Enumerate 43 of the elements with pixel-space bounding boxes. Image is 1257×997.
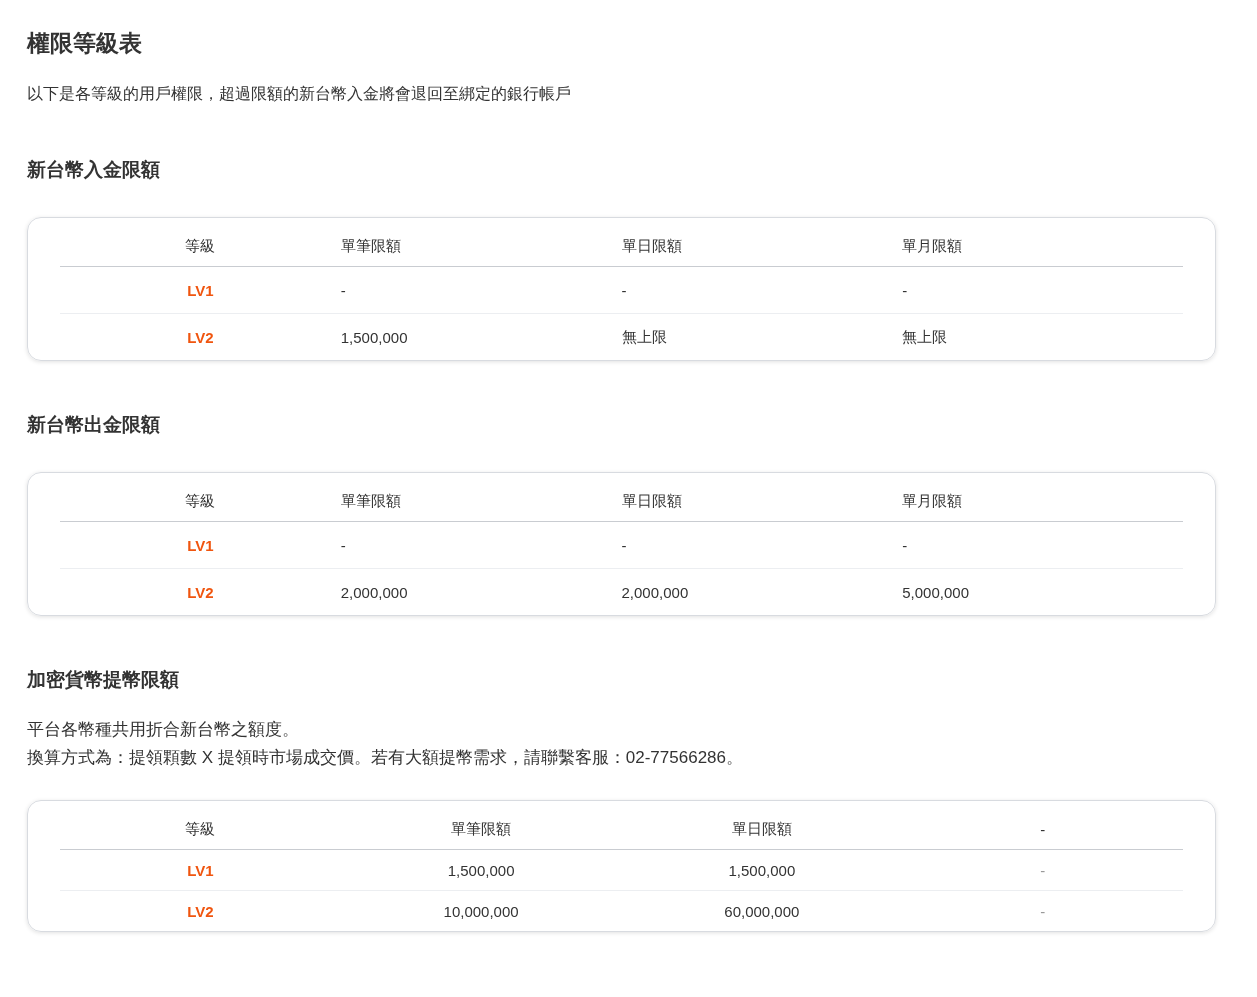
table-cell: 1,500,000 xyxy=(621,849,903,891)
table-cell: 5,000,000 xyxy=(902,568,1183,615)
table-cell: 10,000,000 xyxy=(340,890,622,931)
table-cell: - xyxy=(902,849,1183,891)
table-cell: - xyxy=(902,266,1183,314)
level-cell: LV1 xyxy=(60,521,341,569)
column-header: 單月限額 xyxy=(902,226,1183,267)
column-header: 等級 xyxy=(60,481,341,522)
table-cell: - xyxy=(621,266,903,314)
page-description: 以下是各等級的用戶權限，超過限額的新台幣入金將會退回至綁定的銀行帳戶 xyxy=(27,84,572,104)
table-cell: 無上限 xyxy=(621,313,903,360)
level-cell: LV1 xyxy=(60,849,341,891)
column-header: 等級 xyxy=(60,226,341,267)
column-header: 單日限額 xyxy=(621,226,903,267)
section-heading: 新台幣出金限額 xyxy=(27,413,161,437)
column-header: 單筆限額 xyxy=(340,226,622,267)
level-cell: LV2 xyxy=(60,568,341,615)
note-text: 換算方式為：提領顆數 X 提領時市場成交價。若有大額提幣需求，請聯繫客服：02-77566286。 xyxy=(27,747,744,769)
level-cell: LV1 xyxy=(60,266,341,314)
table-cell: 無上限 xyxy=(902,313,1183,360)
table-cell: - xyxy=(340,521,622,569)
column-header: 單筆限額 xyxy=(340,481,622,522)
table-cell: - xyxy=(902,521,1183,569)
table-cell: 2,000,000 xyxy=(340,568,622,615)
table-cell: 1,500,000 xyxy=(340,313,622,360)
table-cell: 60,000,000 xyxy=(621,890,903,931)
level-cell: LV2 xyxy=(60,313,341,360)
table-cell: - xyxy=(621,521,903,569)
level-cell: LV2 xyxy=(60,890,341,931)
table-cell: 2,000,000 xyxy=(621,568,903,615)
table-cell: - xyxy=(902,890,1183,931)
note-text: 平台各幣種共用折合新台幣之額度。 xyxy=(27,719,300,741)
section-heading: 加密貨幣提幣限額 xyxy=(27,668,180,692)
column-header: 單月限額 xyxy=(902,481,1183,522)
column-header: 單日限額 xyxy=(621,481,903,522)
page-title: 權限等級表 xyxy=(27,29,143,58)
column-header: 等級 xyxy=(60,809,341,850)
column-header: 單筆限額 xyxy=(340,809,622,850)
column-header: - xyxy=(902,809,1183,850)
table-cell: 1,500,000 xyxy=(340,849,622,891)
section-heading: 新台幣入金限額 xyxy=(27,158,161,182)
table-cell: - xyxy=(340,266,622,314)
column-header: 單日限額 xyxy=(621,809,903,850)
